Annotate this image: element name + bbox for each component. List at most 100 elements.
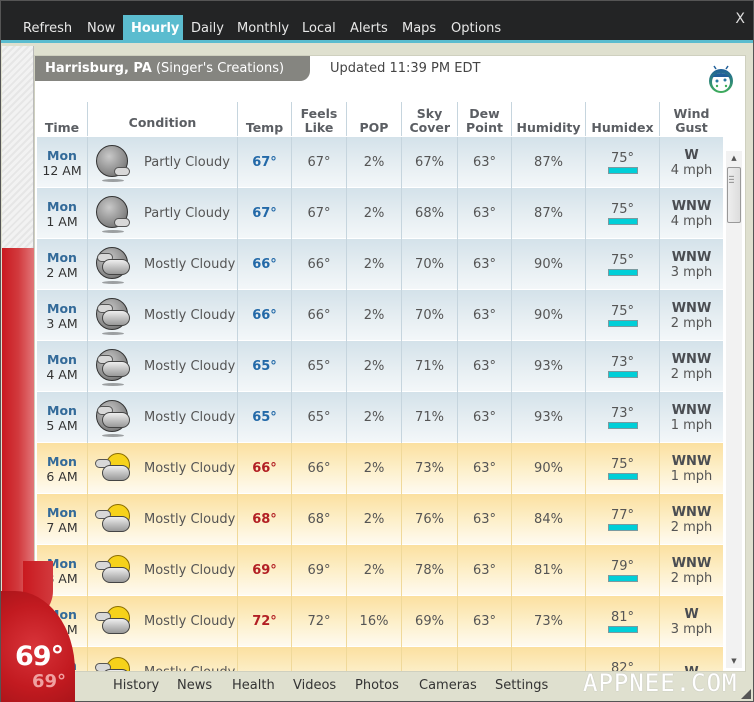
scrollbar[interactable]: ▲ ─ ─ ─ ▼ [726,151,742,668]
table-row[interactable]: Mon 5 AM Mostly Cloudy 65° 65° 2% 71% 63° 93% 73°… [37,392,723,443]
tab-history[interactable]: History [113,678,159,693]
header-dew-point[interactable]: Dew Point [457,102,511,136]
row-temp: 68° [252,512,277,527]
cell-dew-point: 63° [457,443,511,494]
table-row[interactable]: Mon10 AMMostly Cloudy82°W [37,647,723,671]
header-feels-like[interactable]: Feels Like [291,102,346,136]
row-condition: Mostly Cloudy [144,512,236,527]
table-row[interactable]: Mon 7 AM Mostly Cloudy 68° 68° 2% 76% 63° 84% 77°… [37,494,723,545]
row-wind-speed: 4 mph [670,213,713,229]
row-humidity: 87% [534,206,563,221]
cell-humidity: 93% [511,341,585,392]
row-wind-speed: 3 mph [670,621,713,637]
tab-local[interactable]: Local [295,15,343,43]
header-pop[interactable]: POP [346,102,401,136]
row-humidex: 73° [610,405,635,421]
cell-condition: Mostly Cloudy [87,545,237,596]
header-wind-gust[interactable]: Wind Gust [659,102,723,136]
tab-refresh[interactable]: Refresh [16,15,79,43]
header-humidity[interactable]: Humidity [511,102,585,136]
cell-condition: Mostly Cloudy [87,392,237,443]
table-row[interactable]: Mon 6 AM Mostly Cloudy 66° 66° 2% 73% 63° 90% 75°… [37,443,723,494]
tab-videos[interactable]: Videos [293,678,336,693]
tab-cameras[interactable]: Cameras [419,678,477,693]
app-window: Refresh Now Hourly Daily Monthly Local A… [0,0,754,702]
tab-maps[interactable]: Maps [395,15,443,43]
tab-alerts[interactable]: Alerts [343,15,395,43]
row-feels-like: 66° [307,461,331,476]
cell-condition: Mostly Cloudy [87,494,237,545]
row-wind-speed: 3 mph [670,264,713,280]
tab-options[interactable]: Options [444,15,508,43]
cell-humidex: 73° [585,341,659,392]
row-condition: Partly Cloudy [144,155,230,170]
table-row[interactable]: Mon9 AMMostly Cloudy72°72°16%69%63°73%81… [37,596,723,647]
row-pop: 2% [363,461,385,476]
row-wind-direction: WNW [671,402,712,418]
tab-daily[interactable]: Daily [184,15,231,43]
resize-grip-icon[interactable] [741,689,751,699]
table-row[interactable]: Mon 8 AM Mostly Cloudy 69° 69° 2% 78% 63° 81% 79°… [37,545,723,596]
tab-photos[interactable]: Photos [355,678,399,693]
humidex-bar [607,574,638,582]
current-feels-like: 69° [32,671,67,692]
row-humidity: 87% [534,155,563,170]
cell-feels-like: 68° [291,494,346,545]
night-partly-cloudy-icon [94,194,134,234]
header-wind-gust-label: Wind Gust [673,106,710,135]
cell-time: Mon 7 AM [37,494,87,545]
cell-humidex: 77° [585,494,659,545]
cell-temp: 68° [237,494,291,545]
cell-condition: Mostly Cloudy [87,443,237,494]
row-feels-like: 72° [307,614,331,629]
row-pop: 2% [363,206,385,221]
cell-humidity [511,647,585,671]
tab-now[interactable]: Now [80,15,122,43]
row-feels-like: 65° [307,410,331,425]
close-button[interactable]: X [735,11,745,27]
cell-feels-like: 69° [291,545,346,596]
cell-condition: Mostly Cloudy [87,647,237,671]
cell-sky-cover [401,647,457,671]
row-condition: Mostly Cloudy [144,563,236,578]
ladybug-weather-logo-icon[interactable] [707,65,735,95]
cell-pop: 2% [346,392,401,443]
cell-temp: 66° [237,290,291,341]
cell-temp: 65° [237,341,291,392]
header-sky-cover[interactable]: Sky Cover [401,102,457,136]
cell-time: Mon 5 AM [37,392,87,443]
row-dew-point: 63° [472,512,497,527]
cell-feels-like [291,647,346,671]
row-condition: Mostly Cloudy [144,665,235,671]
tab-hourly[interactable]: Hourly [123,15,183,43]
row-pop: 2% [363,359,385,374]
header-time[interactable]: Time [37,102,87,136]
tab-monthly[interactable]: Monthly [230,15,296,43]
cell-wind-gust: WNW 2 mph [659,494,723,545]
row-day: Mon [47,351,77,367]
row-sky-cover: 71% [415,359,444,374]
row-dew-point: 63° [472,206,497,221]
tab-settings[interactable]: Settings [495,678,548,693]
row-condition: Mostly Cloudy [144,257,236,272]
row-day: Mon [47,402,77,418]
cell-condition: Mostly Cloudy [87,239,237,290]
table-row[interactable]: Mon 12 AM Partly Cloudy 67° 67° 2% 67% 63° 87% 75… [37,137,723,188]
row-feels-like: 67° [307,155,331,170]
tab-health[interactable]: Health [232,678,275,693]
table-row[interactable]: Mon 4 AM Mostly Cloudy 65° 65° 2% 71% 63° 93% 73°… [37,341,723,392]
table-row[interactable]: Mon 1 AM Partly Cloudy 67° 67° 2% 68% 63° 87% 75°… [37,188,723,239]
scroll-down-arrow-icon[interactable]: ▼ [726,654,742,668]
cell-dew-point: 63° [457,545,511,596]
scroll-up-arrow-icon[interactable]: ▲ [726,151,742,165]
header-condition[interactable]: Condition [87,102,237,136]
table-row[interactable]: Mon 2 AM Mostly Cloudy 66° 66° 2% 70% 63° 90% 75°… [37,239,723,290]
tab-news[interactable]: News [177,678,212,693]
cell-humidex: 75° [585,239,659,290]
cell-feels-like: 66° [291,239,346,290]
table-row[interactable]: Mon 3 AM Mostly Cloudy 66° 66° 2% 70% 63° 90% 75°… [37,290,723,341]
cell-condition: Partly Cloudy [87,137,237,188]
row-time: 12 AM [42,162,82,178]
header-humidex[interactable]: Humidex [585,102,659,136]
header-temp[interactable]: Temp [237,102,291,136]
